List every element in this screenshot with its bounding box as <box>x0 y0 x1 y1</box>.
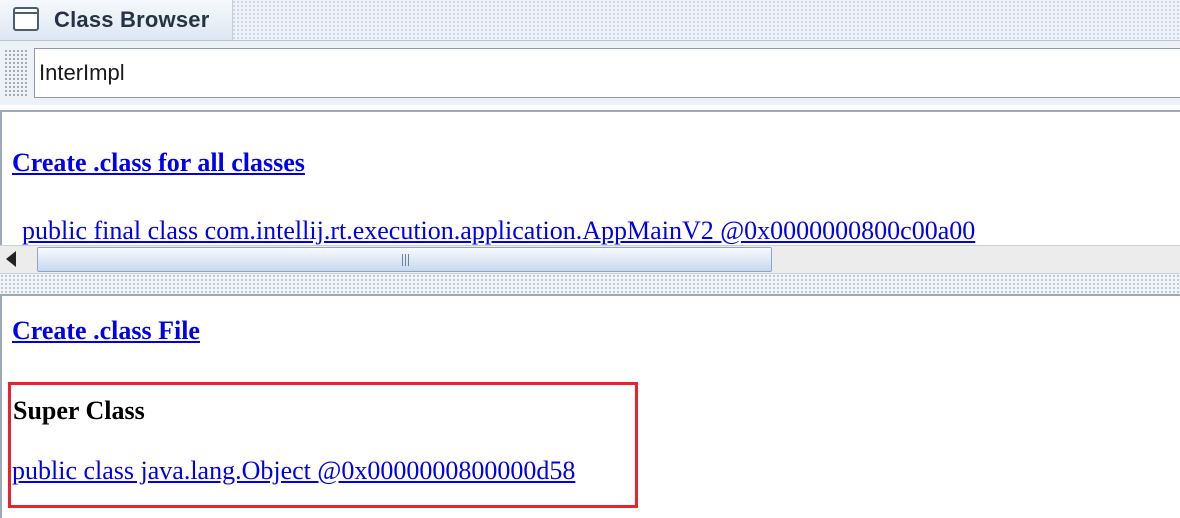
super-class-heading: Super Class <box>13 396 145 425</box>
search-toolbar <box>0 41 1180 105</box>
class-details-pane: Create .class File Super Class public cl… <box>0 294 1180 518</box>
horizontal-scrollbar[interactable] <box>0 245 1180 274</box>
create-class-file-link[interactable]: Create .class File <box>12 316 200 346</box>
window-title: Class Browser <box>54 7 210 32</box>
scroll-left-arrow-icon[interactable] <box>6 251 16 267</box>
create-class-for-all-link[interactable]: Create .class for all classes <box>12 148 305 178</box>
class-list-pane: Create .class for all classes public fin… <box>0 110 1180 246</box>
window-icon <box>13 7 39 31</box>
scrollbar-thumb[interactable] <box>37 247 772 272</box>
class-search-input[interactable] <box>34 48 1180 98</box>
thumb-grip-icon <box>402 254 411 266</box>
split-pane-divider[interactable] <box>0 274 1180 294</box>
super-class-link[interactable]: public class java.lang.Object @0x0000000… <box>12 456 575 486</box>
title-tab: Class Browser <box>0 0 233 40</box>
class-entry-link[interactable]: public final class com.intellij.rt.execu… <box>22 216 975 246</box>
title-bar: Class Browser <box>0 0 1180 41</box>
toolbar-grip-handle[interactable] <box>4 49 28 97</box>
